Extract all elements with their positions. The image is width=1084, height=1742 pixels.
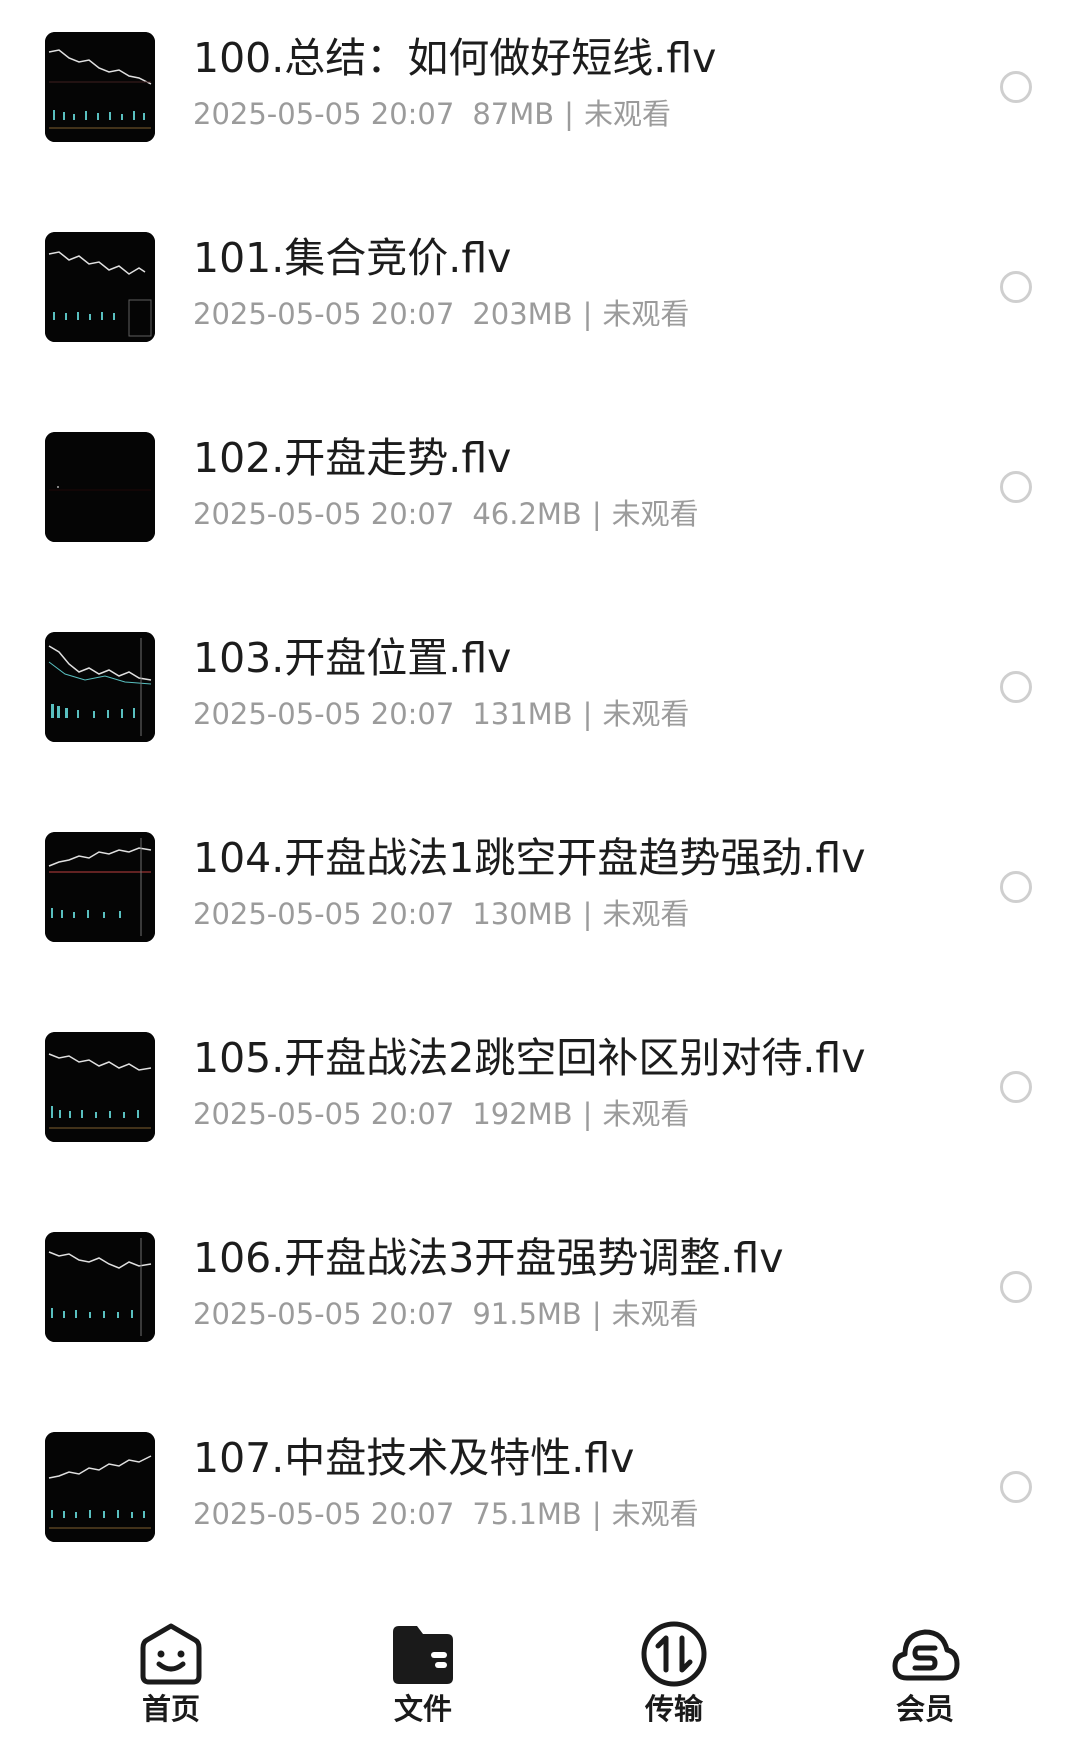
- watch-status: 未观看: [602, 697, 690, 731]
- video-thumbnail: [45, 832, 155, 942]
- bottom-tab-bar: 首页 文件 传输 会员: [0, 1600, 1084, 1742]
- video-thumbnail: [45, 1432, 155, 1542]
- folder-icon: [393, 1626, 453, 1684]
- select-checkbox[interactable]: [1000, 1471, 1032, 1503]
- file-size: 203MB: [472, 297, 573, 331]
- tab-label: 传输: [644, 1692, 703, 1726]
- file-meta: 2025-05-05 20:07 192MB | 未观看: [193, 1096, 689, 1132]
- video-thumbnail: [45, 32, 155, 142]
- file-date: 2025-05-05 20:07: [193, 97, 455, 131]
- file-name: 105.开盘战法2跳空回补区别对待.flv: [193, 1034, 866, 1082]
- watch-status: 未观看: [602, 297, 690, 331]
- meta-separator: |: [582, 1097, 593, 1131]
- file-list-item[interactable]: 104.开盘战法1跳空开盘趋势强劲.flv 2025-05-05 20:07 13…: [0, 800, 1084, 1000]
- file-name: 101.集合竞价.flv: [193, 234, 512, 282]
- tab-vip[interactable]: 会员: [855, 1618, 995, 1728]
- file-name: 106.开盘战法3开盘强势调整.flv: [193, 1234, 784, 1282]
- file-date: 2025-05-05 20:07: [193, 897, 455, 931]
- video-thumbnail: [45, 432, 155, 542]
- file-size: 192MB: [472, 1097, 573, 1131]
- file-name: 102.开盘走势.flv: [193, 434, 512, 482]
- tab-label: 文件: [393, 1692, 452, 1726]
- file-name: 104.开盘战法1跳空开盘趋势强劲.flv: [193, 834, 866, 882]
- meta-separator: |: [564, 97, 574, 131]
- smiley-face-icon: [140, 1623, 202, 1685]
- select-checkbox[interactable]: [1000, 1071, 1032, 1103]
- meta-separator: |: [591, 1497, 602, 1531]
- file-size: 46.2MB: [472, 497, 582, 531]
- meta-separator: |: [582, 897, 593, 931]
- tab-label: 会员: [895, 1692, 954, 1726]
- transfer-arrows-icon: [641, 1621, 707, 1687]
- file-size: 87MB: [472, 97, 555, 131]
- select-checkbox[interactable]: [1000, 71, 1032, 103]
- select-checkbox[interactable]: [1000, 471, 1032, 503]
- cloud-s-icon: [892, 1629, 960, 1681]
- file-date: 2025-05-05 20:07: [193, 297, 455, 331]
- video-thumbnail: [45, 1032, 155, 1142]
- file-list-item[interactable]: 107.中盘技术及特性.flv 2025-05-05 20:07 75.1MB | 未…: [0, 1400, 1084, 1600]
- file-size: 91.5MB: [472, 1297, 582, 1331]
- file-date: 2025-05-05 20:07: [193, 1097, 455, 1131]
- file-meta: 2025-05-05 20:07 130MB | 未观看: [193, 896, 689, 932]
- file-name: 107.中盘技术及特性.flv: [193, 1434, 635, 1482]
- tab-label: 首页: [141, 1692, 200, 1726]
- file-list-item[interactable]: 101.集合竞价.flv 2025-05-05 20:07 203MB | 未观看: [0, 200, 1084, 400]
- file-name: 100.总结：如何做好短线.flv: [193, 34, 717, 82]
- file-list-item[interactable]: 103.开盘位置.flv 2025-05-05 20:07 131MB | 未观看: [0, 600, 1084, 800]
- tab-home[interactable]: 首页: [101, 1618, 241, 1728]
- file-size: 75.1MB: [472, 1497, 582, 1531]
- file-meta: 2025-05-05 20:07 87MB | 未观看: [193, 96, 671, 132]
- watch-status: 未观看: [583, 97, 671, 131]
- watch-status: 未观看: [611, 1297, 699, 1331]
- file-meta: 2025-05-05 20:07 203MB | 未观看: [193, 296, 689, 332]
- video-thumbnail: [45, 632, 155, 742]
- meta-separator: |: [582, 297, 593, 331]
- select-checkbox[interactable]: [1000, 871, 1032, 903]
- meta-separator: |: [591, 1297, 602, 1331]
- file-size: 131MB: [472, 697, 573, 731]
- file-name: 103.开盘位置.flv: [193, 634, 512, 682]
- file-meta: 2025-05-05 20:07 75.1MB | 未观看: [193, 1496, 699, 1532]
- watch-status: 未观看: [602, 1097, 690, 1131]
- video-thumbnail: [45, 1232, 155, 1342]
- file-size: 130MB: [472, 897, 573, 931]
- meta-separator: |: [582, 697, 593, 731]
- meta-separator: |: [591, 497, 602, 531]
- file-list-item[interactable]: 100.总结：如何做好短线.flv 2025-05-05 20:07 87MB | 未…: [0, 0, 1084, 200]
- watch-status: 未观看: [602, 897, 690, 931]
- select-checkbox[interactable]: [1000, 1271, 1032, 1303]
- file-list-item[interactable]: 102.开盘走势.flv 2025-05-05 20:07 46.2MB | 未观看: [0, 400, 1084, 600]
- watch-status: 未观看: [611, 497, 699, 531]
- file-meta: 2025-05-05 20:07 91.5MB | 未观看: [193, 1296, 699, 1332]
- tab-files[interactable]: 文件: [353, 1618, 493, 1728]
- select-checkbox[interactable]: [1000, 271, 1032, 303]
- file-date: 2025-05-05 20:07: [193, 497, 455, 531]
- video-thumbnail: [45, 232, 155, 342]
- file-date: 2025-05-05 20:07: [193, 1297, 455, 1331]
- file-date: 2025-05-05 20:07: [193, 1497, 455, 1531]
- file-list-item[interactable]: 106.开盘战法3开盘强势调整.flv 2025-05-05 20:07 91.5…: [0, 1200, 1084, 1400]
- file-date: 2025-05-05 20:07: [193, 697, 455, 731]
- file-meta: 2025-05-05 20:07 131MB | 未观看: [193, 696, 689, 732]
- select-checkbox[interactable]: [1000, 671, 1032, 703]
- file-meta: 2025-05-05 20:07 46.2MB | 未观看: [193, 496, 699, 532]
- watch-status: 未观看: [611, 1497, 699, 1531]
- file-list-item[interactable]: 105.开盘战法2跳空回补区别对待.flv 2025-05-05 20:07 19…: [0, 1000, 1084, 1200]
- tab-transfer[interactable]: 传输: [604, 1618, 744, 1728]
